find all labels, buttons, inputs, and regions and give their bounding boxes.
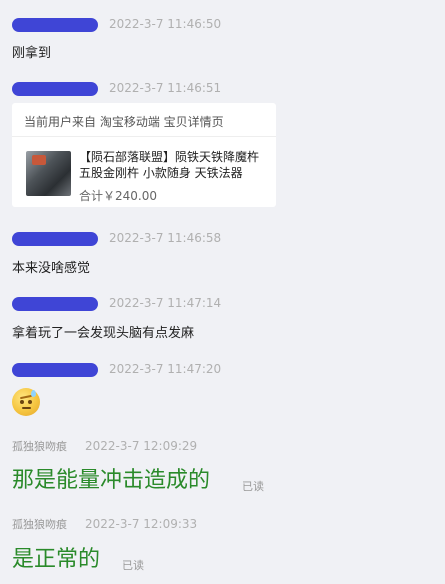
product-thumbnail[interactable] [26,151,71,196]
redacted-username [12,82,98,96]
message-text: 刚拿到 [12,46,52,61]
reply-text: 是正常的 [12,547,101,572]
message-meta: 2022-3-7 11:47:20 [12,361,445,379]
message-time: 2022-3-7 12:09:29 [85,439,198,453]
chat-message: 2022-3-7 11:46:50 [12,16,445,34]
read-receipt: 已读 [122,559,144,572]
product-card[interactable]: 当前用户来自 淘宝移动端 宝贝详情页 【陨石部落联盟】陨铁天铁降魔杵五股金刚杵 … [12,103,276,207]
message-time: 2022-3-7 12:09:33 [85,517,198,531]
message-text: 拿着玩了一会发现头脑有点发麻 [12,326,195,341]
redacted-username [12,232,98,246]
chat-message: 孤独狼吻痕 2022-3-7 12:09:29 [12,438,445,456]
redacted-username [12,297,98,311]
message-meta: 2022-3-7 11:47:14 [12,295,445,313]
message-meta: 2022-3-7 11:46:58 [12,230,445,248]
message-text: 本来没啥感觉 [12,261,91,276]
sweat-face-icon [12,388,40,416]
product-price: 合计￥240.00 [79,189,157,203]
product-title[interactable]: 【陨石部落联盟】陨铁天铁降魔杵五股金刚杵 小款随身 天铁法器 [79,149,269,181]
redacted-username [12,363,98,377]
card-source-label: 当前用户来自 淘宝移动端 宝贝详情页 [24,115,224,129]
sender-name: 孤独狼吻痕 [12,440,67,453]
message-time: 2022-3-7 11:46:50 [109,17,222,31]
message-meta: 孤独狼吻痕 2022-3-7 12:09:29 [12,438,445,456]
chat-message: 孤独狼吻痕 2022-3-7 12:09:33 [12,516,445,534]
message-time: 2022-3-7 11:47:14 [109,296,222,310]
read-receipt: 已读 [242,480,264,493]
message-meta: 孤独狼吻痕 2022-3-7 12:09:33 [12,516,445,534]
message-meta: 2022-3-7 11:46:50 [12,16,445,34]
message-meta: 2022-3-7 11:46:51 [12,80,445,98]
card-divider [12,136,276,137]
reply-text: 那是能量冲击造成的 [12,468,211,493]
chat-message: 2022-3-7 11:47:20 [12,361,445,379]
chat-message: 2022-3-7 11:47:14 [12,295,445,313]
sender-name: 孤独狼吻痕 [12,518,67,531]
message-time: 2022-3-7 11:47:20 [109,362,222,376]
chat-message: 2022-3-7 11:46:51 [12,80,445,98]
redacted-username [12,18,98,32]
message-time: 2022-3-7 11:46:51 [109,81,222,95]
chat-message: 2022-3-7 11:46:58 [12,230,445,248]
message-time: 2022-3-7 11:46:58 [109,231,222,245]
